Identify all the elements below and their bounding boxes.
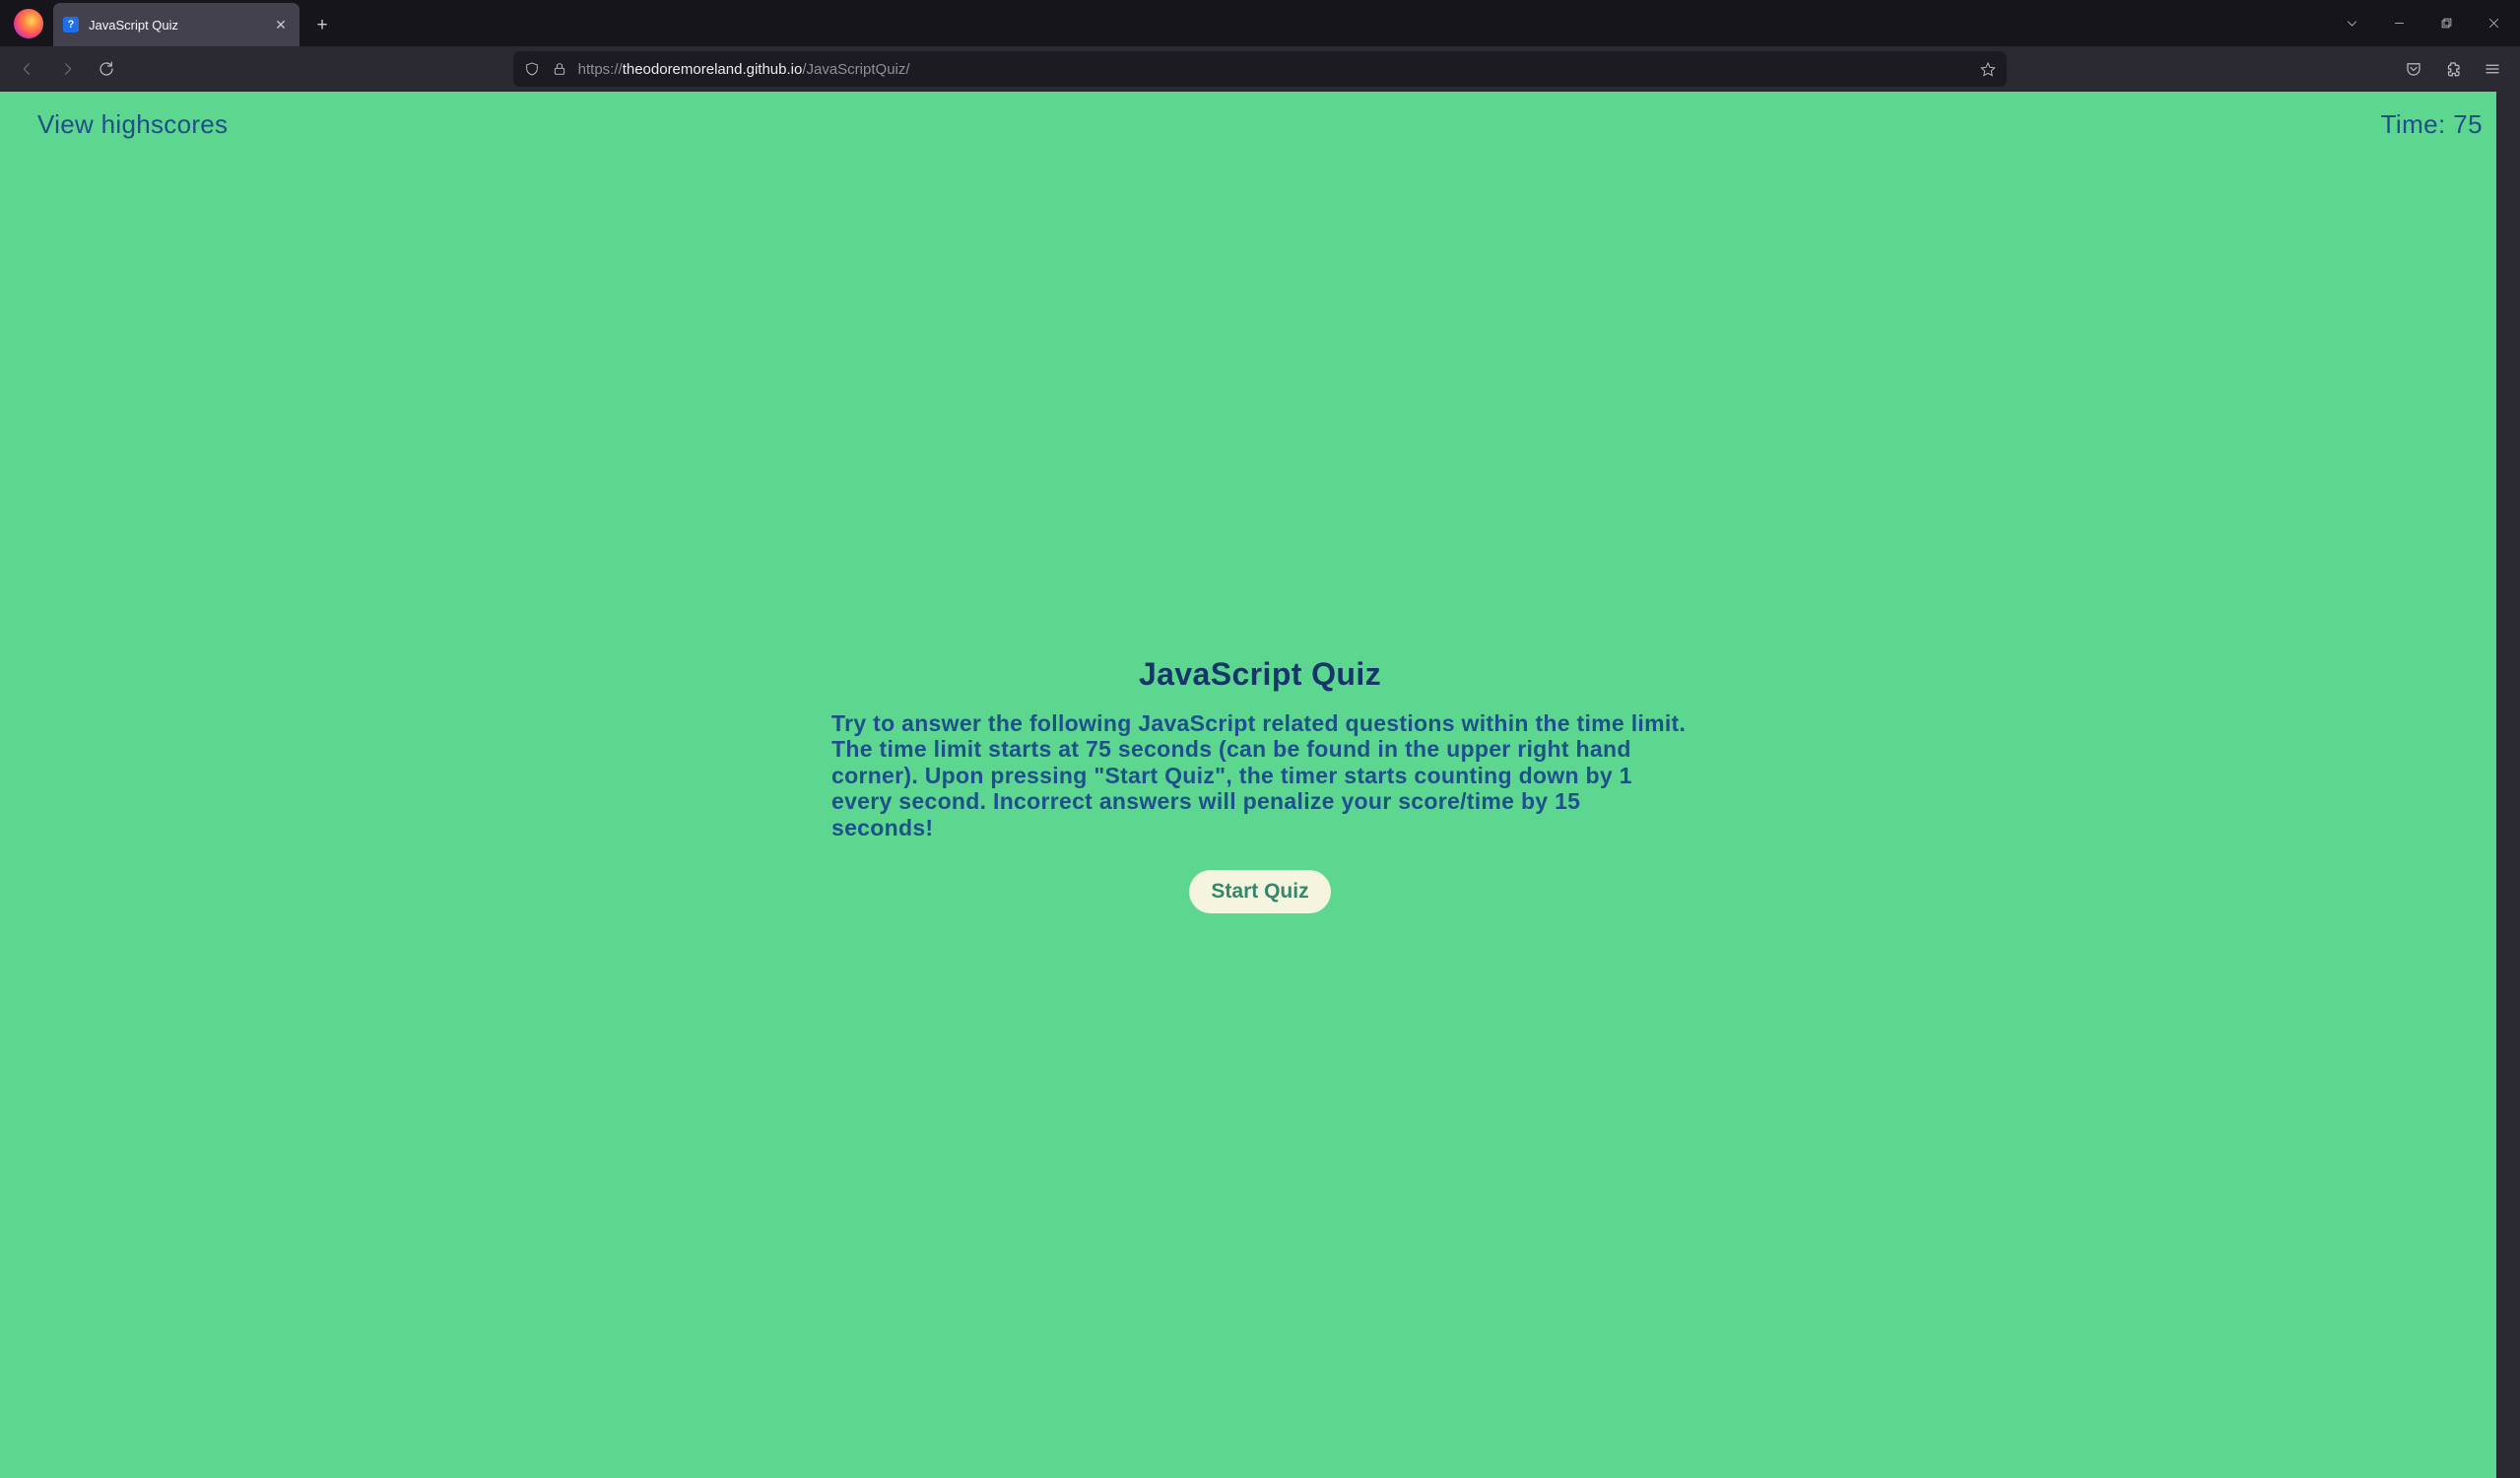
window-minimize-button[interactable] (2376, 5, 2421, 42)
lock-icon[interactable] (551, 60, 568, 78)
tabs-dropdown-button[interactable] (2329, 5, 2374, 42)
titlebar: ? JavaScript Quiz ✕ + (0, 0, 2520, 46)
new-tab-button[interactable]: + (305, 9, 339, 42)
window-controls (2329, 0, 2520, 46)
back-button[interactable] (10, 51, 45, 87)
tab-title: JavaScript Quiz (89, 18, 262, 33)
pocket-button[interactable] (2396, 51, 2431, 87)
start-quiz-button[interactable]: Start Quiz (1189, 870, 1330, 913)
window-close-button[interactable] (2471, 5, 2516, 42)
vertical-scrollbar[interactable] (2496, 92, 2520, 1478)
page-viewport: View highscores Time: 75 JavaScript Quiz… (0, 92, 2520, 1478)
extensions-button[interactable] (2435, 51, 2471, 87)
shield-icon[interactable] (523, 60, 541, 78)
nav-toolbar: https://theodoremoreland.github.io/JavaS… (0, 46, 2520, 92)
quiz-intro-card: JavaScript Quiz Try to answer the follow… (831, 656, 1689, 913)
quiz-main: JavaScript Quiz Try to answer the follow… (0, 92, 2520, 1478)
firefox-icon (14, 9, 43, 38)
url-domain: theodoremoreland.github.io (623, 61, 803, 78)
quiz-description: Try to answer the following JavaScript r… (831, 710, 1689, 840)
bookmark-star-icon[interactable] (1979, 60, 1997, 78)
forward-button[interactable] (49, 51, 85, 87)
quiz-title: JavaScript Quiz (831, 656, 1689, 693)
app-menu-button[interactable] (2475, 51, 2510, 87)
address-bar[interactable]: https://theodoremoreland.github.io/JavaS… (513, 51, 2008, 87)
tab-favicon-icon: ? (63, 17, 79, 33)
url-scheme: https:// (578, 61, 623, 78)
url-text[interactable]: https://theodoremoreland.github.io/JavaS… (578, 61, 1970, 78)
browser-tab[interactable]: ? JavaScript Quiz ✕ (53, 3, 299, 46)
window-restore-button[interactable] (2423, 5, 2469, 42)
tab-close-button[interactable]: ✕ (272, 16, 290, 34)
url-path: /JavaScriptQuiz/ (802, 61, 909, 78)
reload-button[interactable] (89, 51, 124, 87)
